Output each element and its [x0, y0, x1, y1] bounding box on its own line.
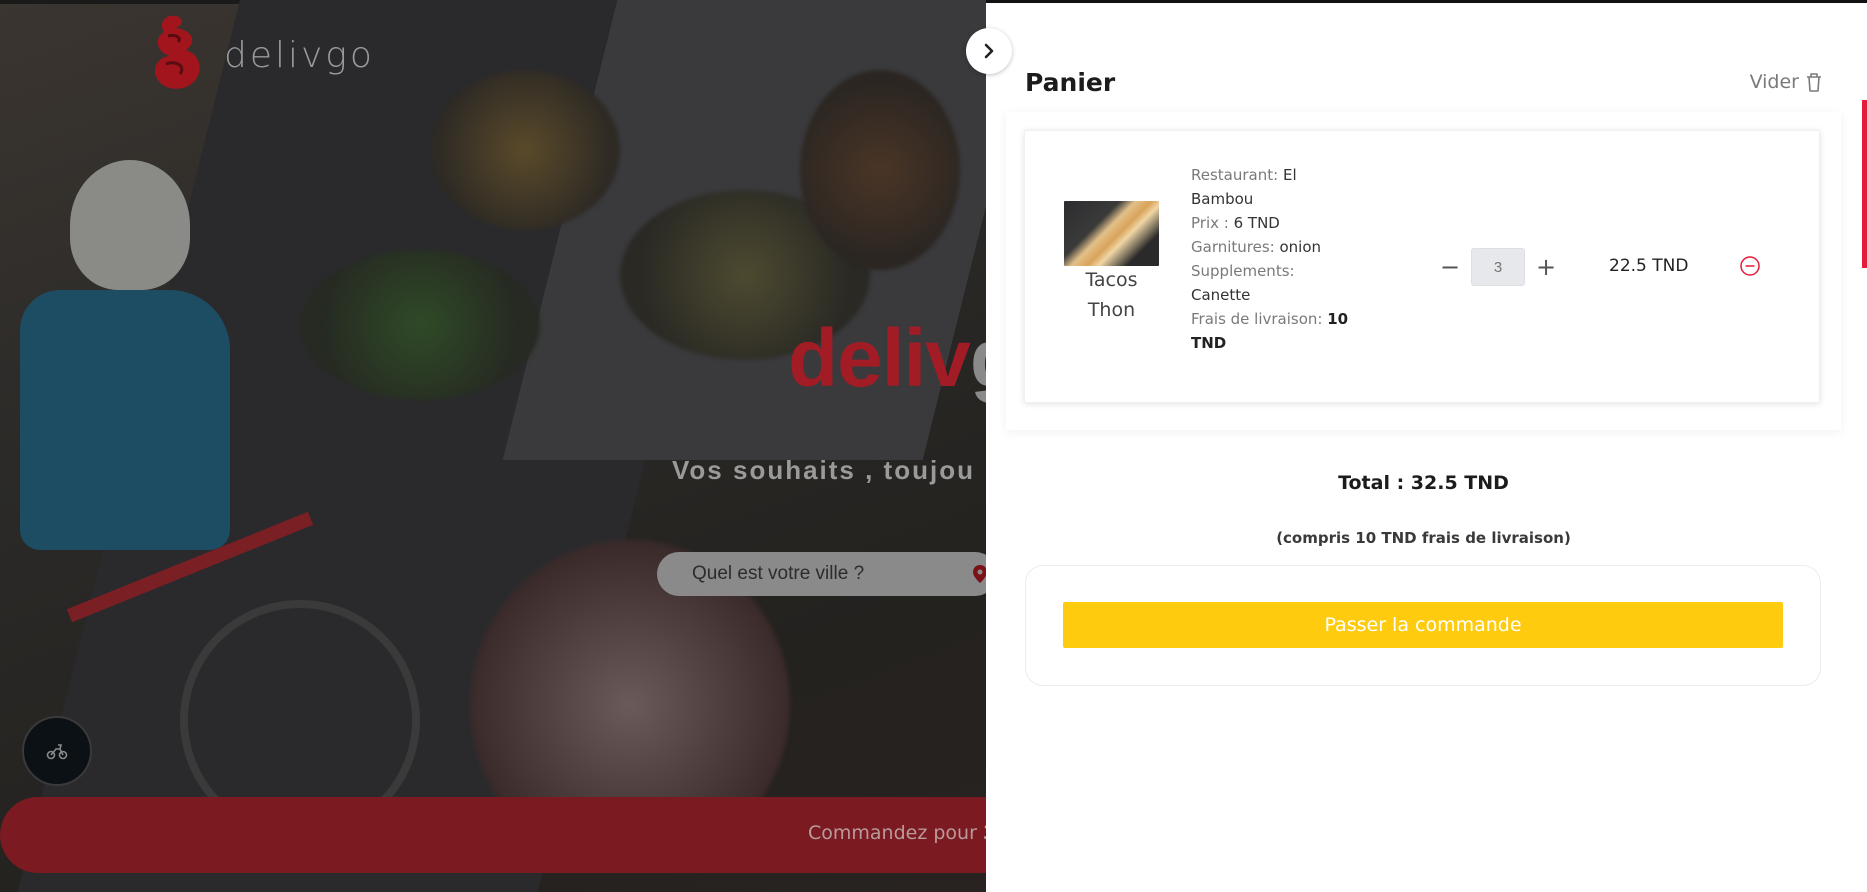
supplements-label: Supplements:	[1191, 262, 1295, 280]
cart-total-note: (compris 10 TND frais de livraison)	[1276, 529, 1571, 547]
cart-item: Tacos Thon Restaurant: El Bambou Prix : …	[1024, 130, 1820, 403]
clear-cart-button[interactable]: Vider	[1750, 71, 1823, 93]
trash-icon	[1807, 72, 1821, 92]
drawer-top-border	[986, 0, 1867, 3]
close-cart-button[interactable]	[966, 28, 1012, 74]
food-photo-broccoli	[300, 250, 540, 400]
delivery-label: Frais de livraison:	[1191, 310, 1323, 328]
item-thumbnail	[1064, 201, 1159, 266]
checkout-card: Passer la commande	[1025, 565, 1821, 686]
cart-total: Total : 32.5 TND	[1338, 472, 1509, 494]
item-details: Restaurant: El Bambou Prix : 6 TND Garni…	[1191, 163, 1351, 355]
supplements-value: Canette	[1191, 286, 1251, 304]
item-name: Tacos Thon	[1085, 269, 1138, 321]
brand-name: delivgo	[224, 34, 375, 76]
city-search-bar[interactable]	[657, 552, 997, 596]
increment-button[interactable]: +	[1535, 255, 1557, 279]
chevron-right-icon	[984, 43, 994, 59]
city-search-input[interactable]	[692, 563, 952, 585]
item-line-total: 22.5 TND	[1609, 256, 1689, 276]
hero-word-accent: deliv	[788, 313, 971, 404]
rider-helmet	[70, 160, 190, 290]
item-delivery-fee: Frais de livraison: 10 TND	[1191, 307, 1351, 355]
item-price: Prix : 6 TND	[1191, 211, 1351, 235]
hero-brand-word: delivg	[788, 312, 1020, 406]
quantity-stepper: − +	[1439, 248, 1557, 286]
item-supplements: Supplements: Canette	[1191, 259, 1351, 307]
hero-tagline: Vos souhaits , toujou	[672, 455, 975, 485]
food-photo-salad	[430, 70, 620, 230]
order-bar-text: Commandez pour 32	[808, 822, 1009, 844]
price-value: 6 TND	[1233, 214, 1280, 232]
garnitures-label: Garnitures:	[1191, 238, 1275, 256]
cart-title: Panier	[1025, 68, 1116, 97]
location-pin-icon[interactable]	[973, 565, 987, 583]
delivgo-logo-mark	[146, 12, 208, 98]
scrollbar-thumb[interactable]	[1862, 100, 1867, 268]
remove-item-icon[interactable]	[1739, 255, 1761, 277]
cart-drawer: Panier Vider Tacos Thon Restaurant: El B…	[986, 0, 1867, 892]
quantity-input[interactable]	[1471, 248, 1525, 286]
restaurant-label: Restaurant:	[1191, 166, 1279, 184]
garnitures-value: onion	[1279, 238, 1322, 256]
food-photo-meat	[800, 70, 960, 270]
rider-body	[20, 290, 230, 550]
decrement-button[interactable]: −	[1439, 255, 1461, 279]
brand-logo[interactable]: delivgo	[146, 12, 375, 98]
item-garnitures: Garnitures: onion	[1191, 235, 1351, 259]
checkout-button[interactable]: Passer la commande	[1063, 602, 1783, 648]
scooter-button[interactable]	[22, 716, 92, 786]
item-restaurant: Restaurant: El Bambou	[1191, 163, 1351, 211]
order-bar-label: Commandez pour	[808, 822, 983, 844]
price-label: Prix :	[1191, 214, 1229, 232]
clear-cart-label: Vider	[1749, 71, 1799, 93]
scooter-icon	[46, 744, 68, 760]
